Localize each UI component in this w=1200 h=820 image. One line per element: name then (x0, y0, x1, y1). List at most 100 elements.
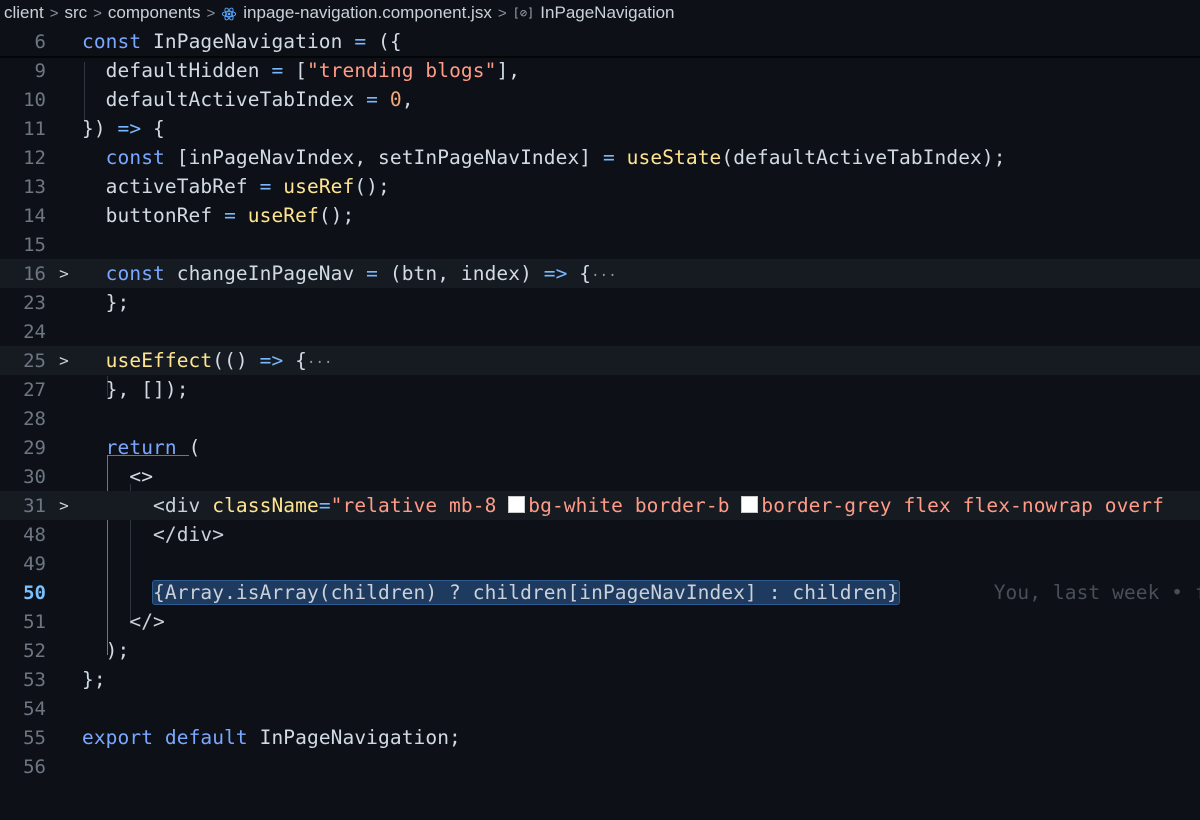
code-token: }) (82, 117, 118, 140)
code-token: className (212, 494, 319, 517)
code-line[interactable]: 31 > <div className="relative mb-8 bg-whi… (0, 491, 1200, 520)
code-text: <> (82, 465, 153, 488)
code-line[interactable]: 12 const [inPageNavIndex, setInPageNavIn… (0, 143, 1200, 172)
code-token: 0 (389, 88, 402, 111)
code-line[interactable]: 48 </div> (0, 520, 1200, 549)
fold-chevron-icon[interactable]: > (46, 351, 82, 370)
code-token: , (401, 88, 414, 111)
code-token: defaultActiveTabIndex (82, 88, 367, 111)
code-line[interactable]: 29 return ( (0, 433, 1200, 462)
code-text: defaultHidden = ["trending blogs"], (82, 59, 520, 82)
code-token: => (117, 117, 142, 140)
code-token: ( (176, 436, 201, 459)
line-number: 48 (23, 523, 46, 546)
line-number: 29 (23, 436, 46, 459)
code-line[interactable]: 14 buttonRef = useRef(); (0, 201, 1200, 230)
breadcrumb-item-src[interactable]: src (64, 3, 87, 23)
code-line[interactable]: 11}) => { (0, 114, 1200, 143)
code-token: = (271, 59, 284, 82)
line-number: 28 (23, 407, 46, 430)
code-line[interactable]: 15 (0, 230, 1200, 259)
fold-chevron-icon[interactable]: > (46, 264, 82, 283)
code-token: = (354, 30, 367, 53)
code-line[interactable]: 6 const InPageNavigation = ({ (0, 27, 1200, 56)
breadcrumb-item-symbol[interactable]: InPageNavigation (540, 3, 674, 23)
code-token: = (224, 204, 236, 227)
code-token: = (366, 262, 379, 285)
code-token: { (567, 262, 592, 285)
breadcrumb-item-client[interactable]: client (4, 3, 44, 23)
code-text: export default InPageNavigation; (82, 726, 461, 749)
code-token: defaultHidden (82, 59, 272, 82)
code-line[interactable]: 16 > const changeInPageNav = (btn, index)… (0, 259, 1200, 288)
breadcrumb: client > src > components > inpage-navig… (0, 0, 1200, 26)
code-editor[interactable]: 6 const InPageNavigation = ({9 defaultHid… (0, 26, 1200, 820)
code-line[interactable]: 28 (0, 404, 1200, 433)
line-number: 23 (23, 291, 46, 314)
code-line[interactable]: 52 ); (0, 636, 1200, 665)
line-number: 30 (23, 465, 46, 488)
code-line[interactable]: 50 {Array.isArray(children) ? children[i… (0, 578, 1200, 607)
code-line[interactable]: 49 (0, 549, 1200, 578)
chevron-right-icon: > (49, 4, 59, 22)
react-icon (221, 3, 237, 23)
code-line[interactable]: 10 defaultActiveTabIndex = 0, (0, 85, 1200, 114)
code-line[interactable]: 30 <> (0, 462, 1200, 491)
code-token: (() (212, 349, 260, 372)
code-token: = (602, 146, 615, 169)
code-token: => (543, 262, 568, 285)
fold-chevron-icon[interactable]: > (46, 496, 82, 515)
line-number: 55 (23, 726, 46, 749)
code-token: </div> (82, 523, 225, 546)
line-number: 13 (23, 175, 46, 198)
code-line[interactable]: 54 (0, 694, 1200, 723)
code-token: </> (82, 610, 165, 633)
code-line[interactable]: 51 </> (0, 607, 1200, 636)
code-token: }, []); (82, 378, 189, 401)
code-text: const InPageNavigation = ({ (82, 30, 402, 53)
code-line[interactable]: 13 activeTabRef = useRef(); (0, 172, 1200, 201)
line-number: 56 (23, 755, 46, 778)
code-token: = (318, 494, 331, 517)
code-line[interactable]: 24 (0, 317, 1200, 346)
code-token: => (259, 349, 284, 372)
code-token: InPageNavigation; (247, 726, 461, 749)
code-text: <div className="relative mb-8 bg-white b… (82, 494, 1164, 517)
code-token: [ (283, 59, 307, 82)
code-line[interactable]: 23 }; (0, 288, 1200, 317)
code-text: return ( (82, 436, 201, 459)
code-token: }; (82, 291, 130, 314)
line-number: 27 (23, 378, 46, 401)
code-line[interactable]: 53}; (0, 665, 1200, 694)
chevron-right-icon: > (206, 4, 216, 22)
chevron-right-icon: > (497, 4, 507, 22)
breadcrumb-item-components[interactable]: components (108, 3, 201, 23)
git-blame-annotation: You, last week • f (993, 581, 1200, 604)
code-token: ··· (591, 268, 617, 284)
code-token: (defaultActiveTabIndex); (721, 146, 1006, 169)
code-token: useRef (247, 204, 319, 227)
code-line[interactable]: 9 defaultHidden = ["trending blogs"], (0, 56, 1200, 85)
line-number: 31 (23, 494, 46, 517)
code-text: buttonRef = useRef(); (82, 204, 355, 227)
code-line[interactable]: 55 export default InPageNavigation; (0, 723, 1200, 752)
line-number: 14 (23, 204, 46, 227)
code-line[interactable]: 56 (0, 752, 1200, 781)
code-line[interactable]: 25 > useEffect(() => {··· (0, 346, 1200, 375)
code-token: InPageNavigation (141, 30, 355, 53)
code-token: = (259, 175, 272, 198)
breadcrumb-item-file[interactable]: inpage-navigation.component.jsx (243, 3, 492, 23)
code-token: border-grey flex flex-nowrap overf (761, 494, 1164, 517)
code-token: (); (318, 204, 355, 227)
code-text: activeTabRef = useRef(); (82, 175, 390, 198)
code-token: (btn, index) (378, 262, 544, 285)
code-text: {Array.isArray(children) ? children[inPa… (82, 580, 1200, 605)
line-number: 10 (23, 88, 46, 111)
code-token: "trending blogs" (306, 59, 497, 82)
code-token: useEffect (82, 349, 213, 372)
code-line[interactable]: 27 }, []); (0, 375, 1200, 404)
line-number: 11 (23, 117, 46, 140)
